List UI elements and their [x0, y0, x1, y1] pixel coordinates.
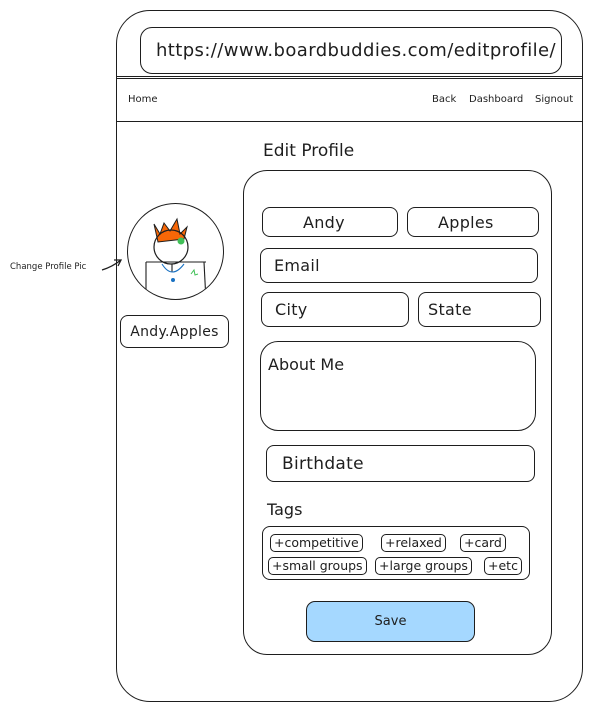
state-placeholder: State — [428, 300, 472, 319]
city-placeholder: City — [275, 300, 308, 319]
tag-etc[interactable]: +etc — [484, 557, 522, 575]
birthdate-field[interactable]: Birthdate — [266, 445, 535, 482]
nav-divider — [117, 121, 583, 122]
save-label: Save — [374, 614, 407, 629]
tag-small-groups[interactable]: +small groups — [268, 557, 367, 575]
header-divider — [117, 76, 583, 77]
about-me-placeholder: About Me — [268, 355, 345, 374]
url-bar[interactable]: https://www.boardbuddies.com/editprofile… — [140, 27, 562, 74]
first-name-value: Andy — [303, 212, 345, 232]
nav-dashboard-link[interactable]: Dashboard — [469, 94, 523, 105]
tag-card[interactable]: +card — [460, 534, 506, 552]
save-button[interactable]: Save — [306, 601, 475, 642]
avatar-drawing-icon — [145, 217, 207, 299]
email-field[interactable]: Email — [260, 248, 538, 283]
last-name-value: Apples — [438, 212, 494, 232]
url-text: https://www.boardbuddies.com/editprofile… — [156, 40, 556, 61]
nav-back-link[interactable]: Back — [432, 94, 456, 105]
email-placeholder: Email — [274, 256, 320, 275]
page-title: Edit Profile — [263, 141, 355, 161]
birthdate-placeholder: Birthdate — [282, 453, 364, 474]
tag-relaxed[interactable]: +relaxed — [381, 534, 446, 552]
tag-competitive[interactable]: +competitive — [270, 534, 363, 552]
profile-picture[interactable] — [127, 203, 224, 300]
tags-label: Tags — [267, 500, 303, 519]
last-name-field[interactable]: Apples — [407, 207, 539, 237]
username-display: Andy.Apples — [120, 315, 229, 348]
change-pic-annotation: Change Profile Pic — [10, 262, 87, 272]
header-divider-inner — [117, 78, 583, 79]
city-field[interactable]: City — [261, 292, 409, 327]
first-name-field[interactable]: Andy — [262, 207, 398, 237]
annotation-arrow-icon — [101, 259, 123, 271]
nav-signout-link[interactable]: Signout — [535, 94, 573, 105]
state-field[interactable]: State — [418, 292, 541, 327]
nav-home-link[interactable]: Home — [128, 94, 158, 105]
about-me-field[interactable]: About Me — [260, 341, 536, 431]
tag-large-groups[interactable]: +large groups — [375, 557, 472, 575]
